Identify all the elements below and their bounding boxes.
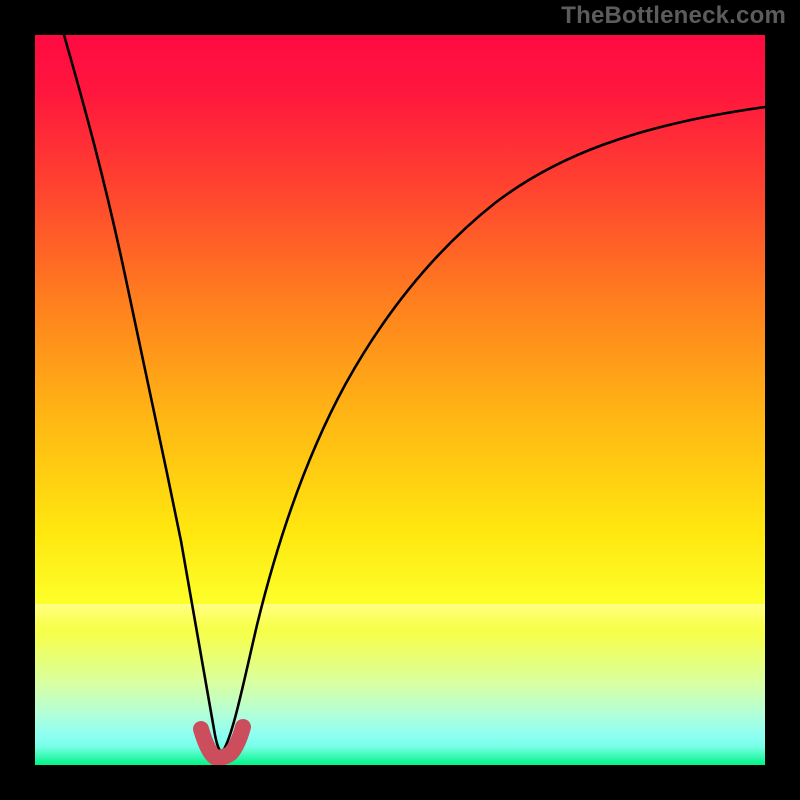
plot-area <box>35 35 765 765</box>
chart-frame: TheBottleneck.com <box>0 0 800 800</box>
curve-path <box>64 35 765 752</box>
watermark-label: TheBottleneck.com <box>561 2 786 30</box>
bottleneck-curve <box>35 35 765 765</box>
trough-marker <box>201 727 243 758</box>
